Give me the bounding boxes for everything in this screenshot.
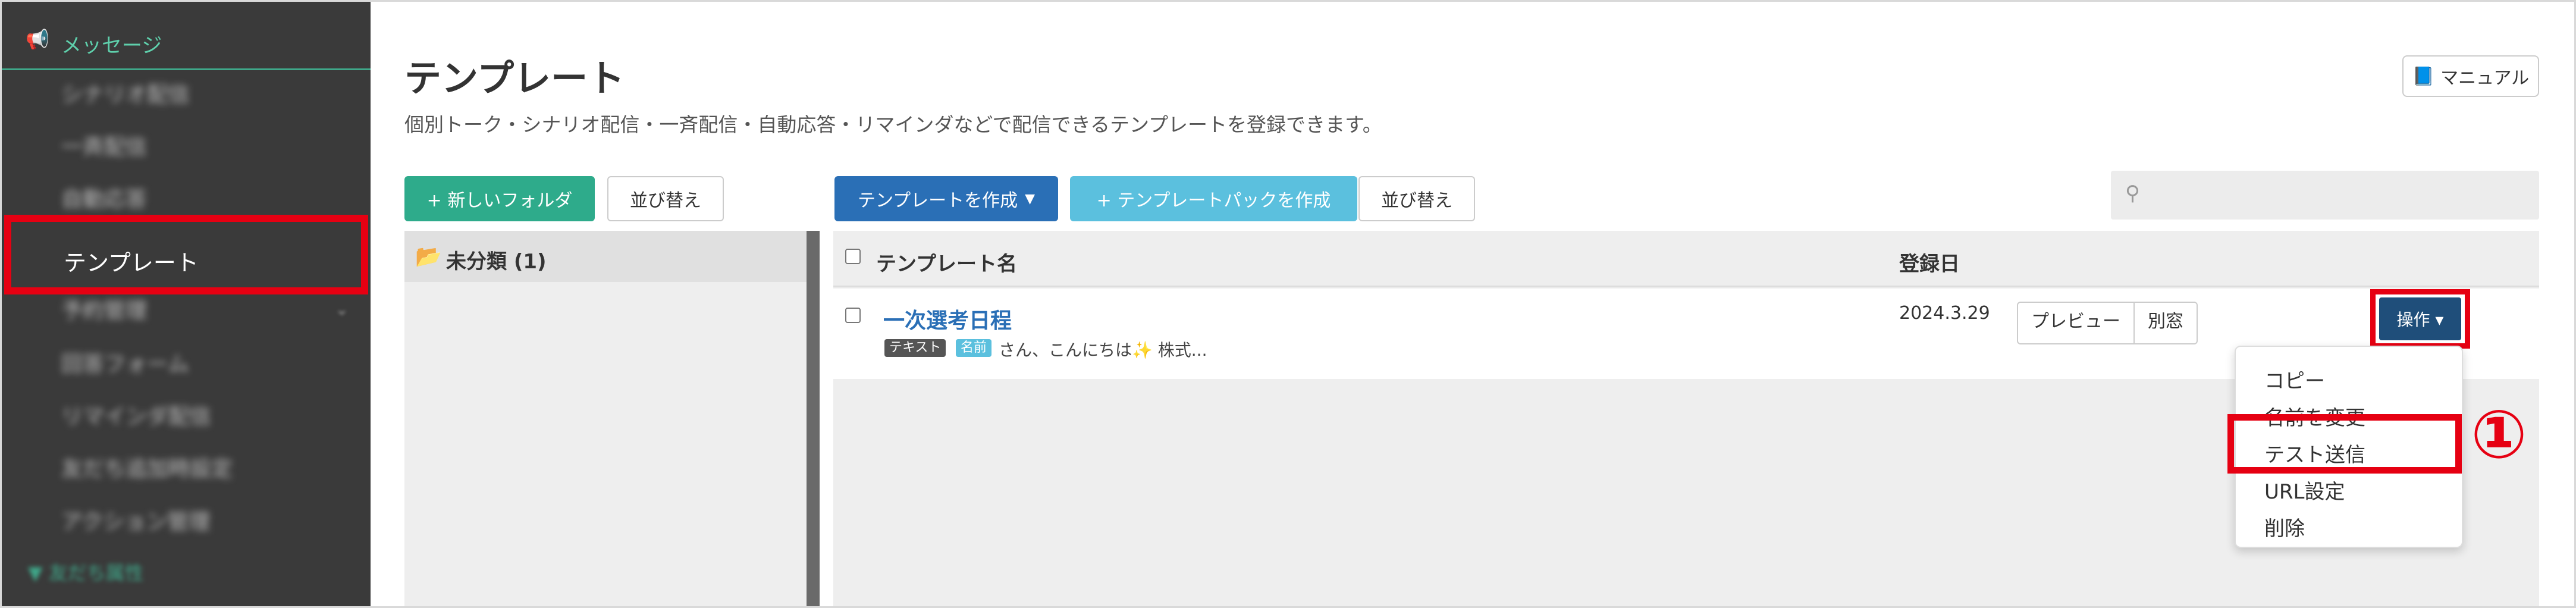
sidebar-item-broadcast[interactable]: 一斉配信 xyxy=(61,130,311,165)
sidebar-item-template[interactable]: テンプレート xyxy=(4,215,368,294)
sidebar-item-actions[interactable]: アクション管理 xyxy=(61,504,311,540)
sidebar-item-form[interactable]: 回答フォーム xyxy=(61,347,311,383)
registered-date: 2024.3.29 xyxy=(1899,303,1990,324)
sidebar-item-label: テンプレート xyxy=(64,250,199,276)
highlight-frame-test-send xyxy=(2227,414,2462,474)
menu-item-delete[interactable]: 削除 xyxy=(2264,512,2305,541)
type-badge: テキスト xyxy=(884,339,946,357)
sidebar-item-reminder[interactable]: リマインダ配信 xyxy=(61,399,311,435)
sidebar-section-label: メッセージ xyxy=(61,34,162,58)
new-folder-button[interactable]: + 新しいフォルダ xyxy=(404,176,595,221)
table-header: テンプレート名 登録日 xyxy=(833,231,2539,287)
sort-templates-button[interactable]: 並び替え xyxy=(1358,176,1475,221)
sidebar-section-friend-attributes[interactable]: ▼ 友だち属性 xyxy=(28,558,144,585)
column-header-date: 登録日 xyxy=(1899,252,1960,276)
search-icon: ⚲ xyxy=(2125,181,2140,205)
panel-divider[interactable] xyxy=(807,231,820,606)
folder-panel: 📂 未分類 (1) xyxy=(404,231,807,606)
new-window-button[interactable]: 別窓 xyxy=(2133,303,2197,343)
book-icon: 📘 xyxy=(2412,65,2435,87)
menu-item-url-settings[interactable]: URL設定 xyxy=(2264,475,2345,504)
template-name-link[interactable]: 一次選考日程 xyxy=(883,303,1012,334)
page-description: 個別トーク・シナリオ配信・一斉配信・自動応答・リマインダなどで配信できるテンプレ… xyxy=(404,113,1382,136)
chevron-down-icon: ▼ xyxy=(1025,191,1036,206)
folder-item-uncategorized[interactable]: 📂 未分類 (1) xyxy=(404,231,807,282)
step-number-badge: ① xyxy=(2471,396,2527,474)
select-all-checkbox[interactable] xyxy=(845,249,861,264)
search-input[interactable]: ⚲ xyxy=(2111,171,2539,220)
operations-dropdown-button[interactable]: 操作 ▾ xyxy=(2379,297,2461,340)
preview-button-group: プレビュー 別窓 xyxy=(2017,302,2198,344)
folder-label: 未分類 (1) xyxy=(446,250,547,274)
megaphone-icon: 📢 xyxy=(26,28,49,51)
sidebar-item-scenario[interactable]: シナリオ配信 xyxy=(61,77,311,113)
sidebar-footer-label: 友だち属性 xyxy=(48,562,144,584)
sidebar-item-friend-settings[interactable]: 友だち追加時設定 xyxy=(61,452,311,487)
app-root: 📢 メッセージ シナリオ配信 一斉配信 自動応答 テンプレート 予約管理 ⌄ 回… xyxy=(0,0,2576,608)
sort-folders-button[interactable]: 並び替え xyxy=(607,176,724,221)
folder-icon: 📂 xyxy=(415,245,442,269)
chevron-down-icon: ⌄ xyxy=(335,299,349,319)
page-title: テンプレート xyxy=(404,57,625,100)
create-template-label: テンプレートを作成 xyxy=(857,190,1018,211)
column-header-name: テンプレート名 xyxy=(876,252,1017,276)
sidebar-item-reservation[interactable]: 予約管理 xyxy=(61,293,311,329)
row-checkbox[interactable] xyxy=(845,308,861,323)
manual-button[interactable]: 📘 マニュアル xyxy=(2402,55,2539,97)
create-template-pack-button[interactable]: + テンプレートパックを作成 xyxy=(1070,176,1357,221)
name-variable-badge: 名前 xyxy=(956,339,992,357)
manual-button-label: マニュアル xyxy=(2440,68,2530,89)
sidebar-section-messages[interactable]: 📢 メッセージ xyxy=(2,16,371,70)
menu-item-copy[interactable]: コピー xyxy=(2264,365,2325,394)
create-template-button[interactable]: テンプレートを作成 ▼ xyxy=(834,176,1058,221)
preview-button[interactable]: プレビュー xyxy=(2018,303,2133,343)
sidebar-item-auto-reply[interactable]: 自動応答 xyxy=(61,182,311,218)
sidebar: 📢 メッセージ シナリオ配信 一斉配信 自動応答 テンプレート 予約管理 ⌄ 回… xyxy=(2,2,371,606)
template-excerpt: さん、こんにちは✨ 株式... xyxy=(999,340,1207,360)
